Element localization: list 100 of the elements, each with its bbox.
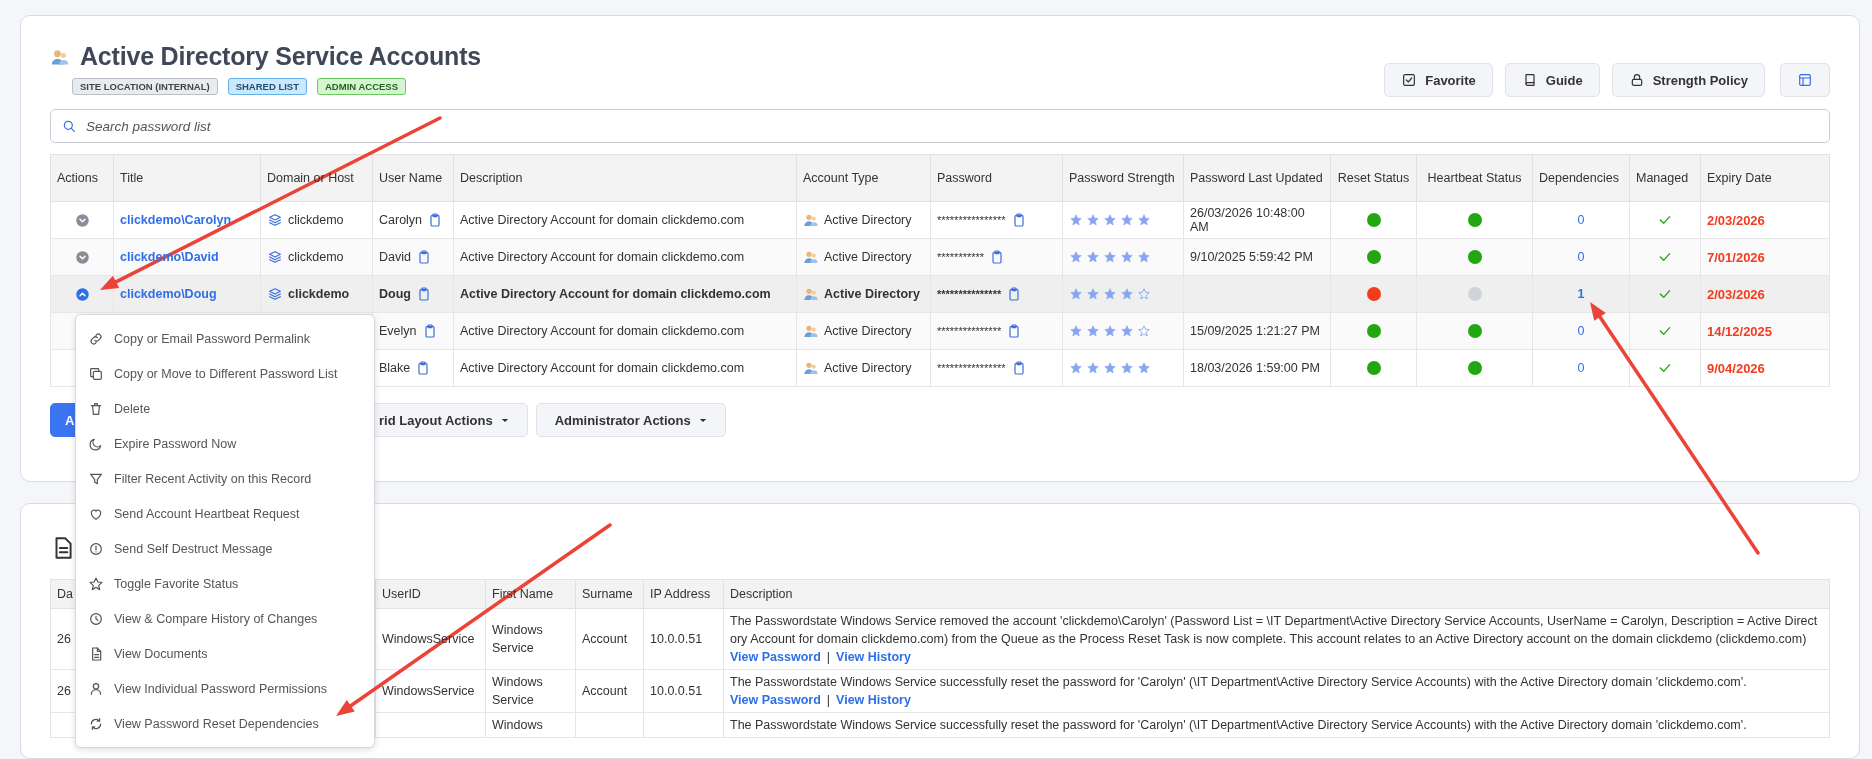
- expand-icon[interactable]: [74, 212, 90, 228]
- table-cell: 9/10/2025 5:59:42 PM: [1183, 238, 1331, 276]
- trash-icon: [88, 400, 104, 417]
- layout-button[interactable]: [1780, 63, 1830, 97]
- search-input[interactable]: Search password list: [84, 117, 1819, 135]
- table-cell: Active Directory Account for domain clickdemo.com: [453, 349, 797, 387]
- table-cell: 14/12/2025: [1700, 312, 1830, 350]
- link-separator: |: [826, 692, 831, 709]
- column-header: Account Type: [803, 171, 879, 185]
- account-type-text: Active Directory: [824, 250, 912, 264]
- column-header: Title: [120, 171, 144, 185]
- caret-icon: [500, 417, 509, 423]
- table-cell: Windows: [492, 718, 543, 732]
- people-icon: [803, 360, 819, 376]
- menu-item[interactable]: View Documents: [76, 636, 374, 671]
- dependencies-link[interactable]: 1: [1577, 287, 1585, 301]
- table-cell: 7/01/2026: [1700, 238, 1830, 276]
- description-text: The Passwordstate Windows Service removed the account 'clickdemo\Carolyn' (Password List = \IT Department\Active Directory Service Accounts, UserName = Carolyn, Description = Active Directory Account for domain clickdemo.com) from the Queue as the Process Reset Task is now complete. This account relates to an Active Directory account on the domain clickdemo (clickdemo.com): [730, 613, 1819, 648]
- password-text: ***********: [937, 251, 985, 263]
- table-cell: 26/03/2026 10:48:00 AM: [1183, 201, 1331, 239]
- table-cell: 2/03/2026: [1700, 201, 1830, 239]
- table-cell: Windows Service: [492, 623, 543, 655]
- dependencies-link[interactable]: 0: [1577, 250, 1585, 264]
- password-text: ***************: [937, 288, 1002, 300]
- table-cell: 10.0.0.51: [650, 684, 703, 698]
- menu-item[interactable]: Send Account Heartbeat Request: [76, 496, 374, 531]
- expand-icon[interactable]: [74, 249, 90, 265]
- password-text: ***************: [937, 325, 1002, 337]
- table-cell: Active Directory Account for domain clickdemo.com: [453, 201, 797, 239]
- alert-icon: [88, 540, 104, 557]
- table-cell: 26: [57, 684, 71, 698]
- menu-item[interactable]: Send Self Destruct Message: [76, 531, 374, 566]
- description-text: The Passwordstate Windows Service successfully reset the password for 'Carolyn' (\IT Department\Active Directory Service Accounts) with the Active Directory domain 'clickdemo.com'.: [730, 717, 1748, 734]
- collapse-icon[interactable]: [74, 286, 90, 302]
- people-icon: [803, 323, 819, 339]
- search-icon: [61, 118, 77, 134]
- column-header: IP Address: [650, 587, 711, 601]
- domain-text: clickdemo: [288, 250, 344, 264]
- badge: ADMIN ACCESS: [317, 78, 406, 95]
- column-header: Heartbeat Status: [1427, 171, 1522, 185]
- dependencies-link[interactable]: 0: [1577, 213, 1585, 227]
- table-cell: Account: [582, 632, 628, 646]
- column-header: Description: [730, 587, 793, 601]
- table-cell: 26: [57, 632, 71, 646]
- table-cell: Active Directory Account for domain clickdemo.com: [453, 238, 797, 276]
- account-type-text: Active Directory: [824, 324, 912, 338]
- copy-icon: [88, 365, 104, 382]
- table-cell: 18/03/2026 1:59:00 PM: [1183, 349, 1331, 387]
- column-header: Description: [460, 171, 523, 185]
- user-icon: [88, 680, 104, 697]
- menu-item[interactable]: View Password Reset Dependencies: [76, 706, 374, 741]
- dependencies-link[interactable]: 0: [1577, 324, 1585, 338]
- table-cell: 15/09/2025 1:21:27 PM: [1183, 312, 1331, 350]
- table-row[interactable]: clickdemo\Carolyn clickdemo Carolyn Active Directory Account for domain clickdemo.com Active Directory **************** 26/03/2026 10:48:00 AM 0 2/03/2026: [50, 201, 1830, 239]
- table-cell: WindowsService: [382, 684, 475, 698]
- column-header: Password: [937, 171, 992, 185]
- dependencies-link[interactable]: 0: [1577, 361, 1585, 375]
- people-icon: [803, 212, 819, 228]
- table-cell: 10.0.0.51: [650, 632, 703, 646]
- user-name-text: Doug: [379, 287, 411, 301]
- search-field[interactable]: Search password list: [50, 109, 1830, 143]
- menu-item[interactable]: Toggle Favorite Status: [76, 566, 374, 601]
- guide-button[interactable]: Guide: [1504, 63, 1600, 97]
- menu-item[interactable]: View Individual Password Permissions: [76, 671, 374, 706]
- layers-icon: [267, 249, 283, 265]
- caret-icon: [698, 417, 707, 423]
- menu-item[interactable]: View & Compare History of Changes: [76, 601, 374, 636]
- view-password-link[interactable]: View Password: [730, 691, 821, 709]
- table-cell: 2/03/2026: [1700, 275, 1830, 313]
- column-header: Expiry Date: [1707, 171, 1772, 185]
- domain-text: clickdemo: [288, 287, 350, 301]
- strength-policy-button[interactable]: Strength Policy: [1611, 63, 1765, 97]
- account-type-text: Active Directory: [824, 287, 920, 301]
- table-cell: Active Directory Account for domain clickdemo.com: [453, 275, 797, 313]
- checkbox-icon: [1401, 72, 1418, 88]
- column-header: Da: [57, 587, 73, 601]
- star-icon: [88, 575, 104, 592]
- column-header: Surname: [582, 587, 633, 601]
- page-title: Active Directory Service Accounts: [80, 42, 481, 71]
- column-header: Reset Status: [1337, 171, 1410, 185]
- view-history-link[interactable]: View History: [836, 691, 911, 709]
- password-text: ****************: [937, 362, 1006, 374]
- view-password-link[interactable]: View Password: [730, 648, 821, 666]
- table-cell: 9/04/2026: [1700, 349, 1830, 387]
- account-type-text: Active Directory: [824, 361, 912, 375]
- domain-text: clickdemo: [288, 213, 344, 227]
- table-row[interactable]: clickdemo\Doug clickdemo Doug Active Directory Account for domain clickdemo.com Active Directory *************** 1 2/03/2026: [50, 275, 1830, 313]
- badge: SITE LOCATION (INTERNAL): [72, 78, 218, 95]
- layout-icon: [1797, 72, 1813, 88]
- user-name-text: Evelyn: [379, 324, 417, 338]
- menu-item[interactable]: Filter Recent Activity on this Record: [76, 461, 374, 496]
- people-icon: [803, 249, 819, 265]
- people-icon: [803, 286, 819, 302]
- table-cell: Account: [582, 684, 628, 698]
- clock-icon: [88, 610, 104, 627]
- account-type-text: Active Directory: [824, 213, 912, 227]
- dropdown-button[interactable]: Administrator Actions: [535, 403, 726, 437]
- favorite-button[interactable]: Favorite: [1384, 63, 1493, 97]
- column-header: UserID: [382, 587, 421, 601]
- view-history-link[interactable]: View History: [836, 648, 911, 666]
